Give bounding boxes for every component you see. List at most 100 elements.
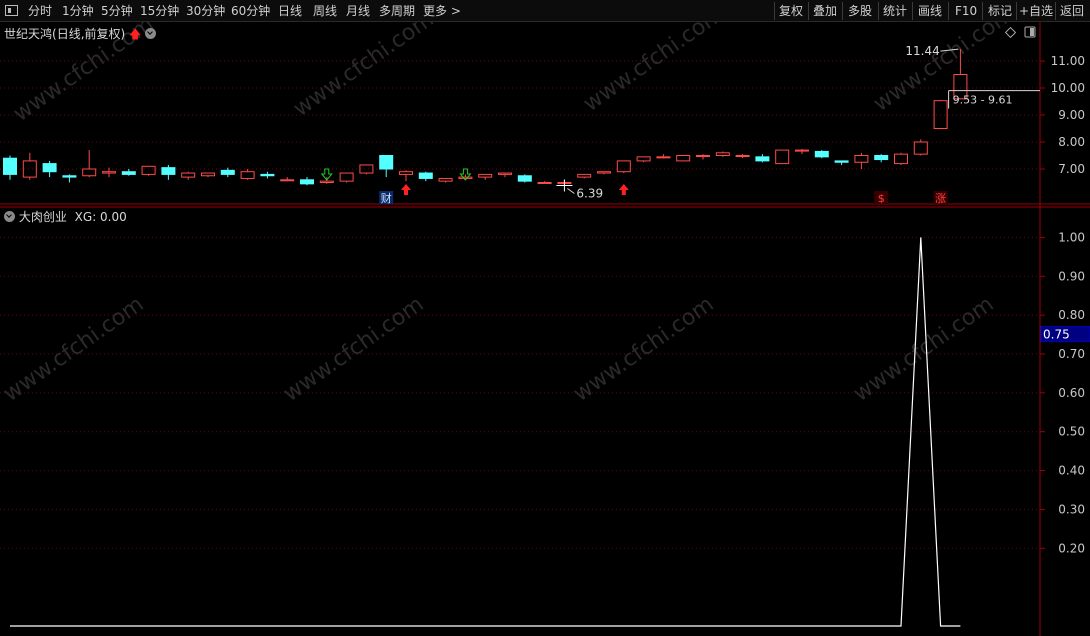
candle-body <box>795 149 809 152</box>
candle-body <box>399 171 413 175</box>
candle-body <box>597 171 611 174</box>
y-tick-label: 0.60 <box>1058 386 1085 400</box>
watermark-text: www.cfchi.com <box>0 292 149 407</box>
period-tab-monthly[interactable]: 月线 <box>346 0 370 22</box>
dropdown-icon[interactable] <box>145 28 157 39</box>
y-tick-label: 11.00 <box>1051 54 1085 68</box>
candle-body <box>161 167 176 175</box>
dollar-badge: $ <box>878 192 885 205</box>
f10-button[interactable]: F10 <box>955 0 977 22</box>
y-tick-label: 9.00 <box>1058 108 1085 122</box>
candle-body <box>834 160 849 163</box>
chart-svg[interactable]: www.cfchi.com www.cfchi.com www.cfchi.com w… <box>0 22 1090 636</box>
toolbar-divider <box>808 2 809 20</box>
candle-body <box>280 179 295 182</box>
dropdown-icon[interactable] <box>4 211 15 222</box>
candle-body <box>319 180 334 183</box>
toolbar-divider <box>774 2 775 20</box>
limit-up-badge: 涨 <box>935 192 946 205</box>
period-label: (日线,前复权) <box>52 27 126 41</box>
high-price-label: 11.44 <box>905 44 939 58</box>
candle-body <box>240 171 255 179</box>
toolbar-divider <box>912 2 913 20</box>
buy-signal-arrow-icon <box>401 184 411 195</box>
period-tab-5min[interactable]: 5分钟 <box>101 0 133 22</box>
candle-body <box>102 171 116 174</box>
period-tab-15min[interactable]: 15分钟 <box>140 0 179 22</box>
draw-line-button[interactable]: 画线 <box>918 0 942 22</box>
add-watchlist-button[interactable]: +自选 <box>1019 0 1053 22</box>
candle-body <box>260 173 275 177</box>
buy-signal-arrow-icon <box>618 184 629 195</box>
candle-body <box>3 157 17 175</box>
y-tick-label: 8.00 <box>1058 135 1085 149</box>
candle-body <box>379 155 394 170</box>
statistics-button[interactable]: 统计 <box>883 0 907 22</box>
toolbar-divider <box>1055 2 1056 20</box>
period-tab-multi[interactable]: 多周期 <box>379 0 415 22</box>
candle-body <box>676 155 691 162</box>
period-tab-weekly[interactable]: 周线 <box>313 0 337 22</box>
candle-body <box>22 160 37 178</box>
window-icon-fill <box>1030 28 1034 36</box>
candle-body <box>498 172 512 175</box>
fuquan-button[interactable]: 复权 <box>779 0 803 22</box>
y-tick-label: 0.50 <box>1058 425 1085 439</box>
y-tick-label: 0.30 <box>1058 502 1085 516</box>
candle-body <box>874 155 889 161</box>
indicator-name: 大肉创业 <box>18 210 67 224</box>
candle-body <box>438 177 453 182</box>
period-tab-daily[interactable]: 日线 <box>278 0 302 22</box>
candle-body <box>913 141 928 155</box>
watermark-text: www.cfchi.com <box>579 22 728 117</box>
period-tab-30min[interactable]: 30分钟 <box>186 0 225 22</box>
toolbar-divider <box>948 2 949 20</box>
chart-area[interactable]: www.cfchi.com www.cfchi.com www.cfchi.com w… <box>0 22 1090 636</box>
y-tick-label: 10.00 <box>1051 81 1085 95</box>
period-tab-60min[interactable]: 60分钟 <box>231 0 270 22</box>
candle-body <box>715 152 730 157</box>
layout-toggle-icon[interactable] <box>5 5 18 16</box>
period-toolbar: 分时 1分钟 5分钟 15分钟 30分钟 60分钟 日线 周线 月线 多周期 更… <box>0 0 1090 22</box>
candle-body <box>577 173 592 178</box>
y-tick-label: 1.00 <box>1058 230 1085 244</box>
candle-body <box>458 176 473 179</box>
period-tab-1min[interactable]: 1分钟 <box>62 0 94 22</box>
mark-button[interactable]: 标记 <box>988 0 1012 22</box>
current-value-label: 0.75 <box>1043 328 1070 342</box>
period-tab-intraday[interactable]: 分时 <box>28 0 52 22</box>
main-chart-title: 世纪天鸿(日线,前复权) 🡅 <box>4 25 157 46</box>
toolbar-divider <box>1016 2 1017 20</box>
candle-body <box>656 156 671 159</box>
candle-body <box>478 173 493 178</box>
watermark-text: www.cfchi.com <box>849 292 998 407</box>
up-arrow-icon: 🡅 <box>129 27 142 41</box>
sub-chart-title: 大肉创业 XG: 0.00 <box>4 208 127 225</box>
candle-body <box>62 175 77 178</box>
overlay-button[interactable]: 叠加 <box>813 0 837 22</box>
multi-stock-button[interactable]: 多股 <box>848 0 872 22</box>
stock-name: 世纪天鸿 <box>4 27 53 41</box>
candle-body <box>42 163 57 173</box>
candle-body <box>537 182 552 184</box>
candle-body <box>300 179 314 185</box>
low-price-label: 6.39 <box>576 186 603 200</box>
candle-body <box>201 172 215 177</box>
low-price-pointer <box>567 188 575 194</box>
candle-body <box>141 165 156 175</box>
period-tab-more[interactable]: 更多 > <box>423 0 461 22</box>
candle-body <box>735 155 750 157</box>
candle-body <box>82 168 97 177</box>
y-tick-label: 0.40 <box>1058 464 1085 478</box>
finance-badge: 财 <box>381 191 392 205</box>
watermark-text: www.cfchi.com <box>279 292 428 407</box>
y-tick-label: 7.00 <box>1058 162 1085 176</box>
y-tick-label: 0.90 <box>1058 269 1085 283</box>
y-tick-label: 0.20 <box>1058 541 1085 555</box>
candle-body <box>755 156 770 162</box>
watermark-text: www.cfchi.com <box>569 292 718 407</box>
candle-body <box>696 155 710 157</box>
candle-body <box>616 160 631 173</box>
back-button[interactable]: 返回 <box>1060 0 1084 22</box>
y-tick-label: 0.70 <box>1058 347 1085 361</box>
